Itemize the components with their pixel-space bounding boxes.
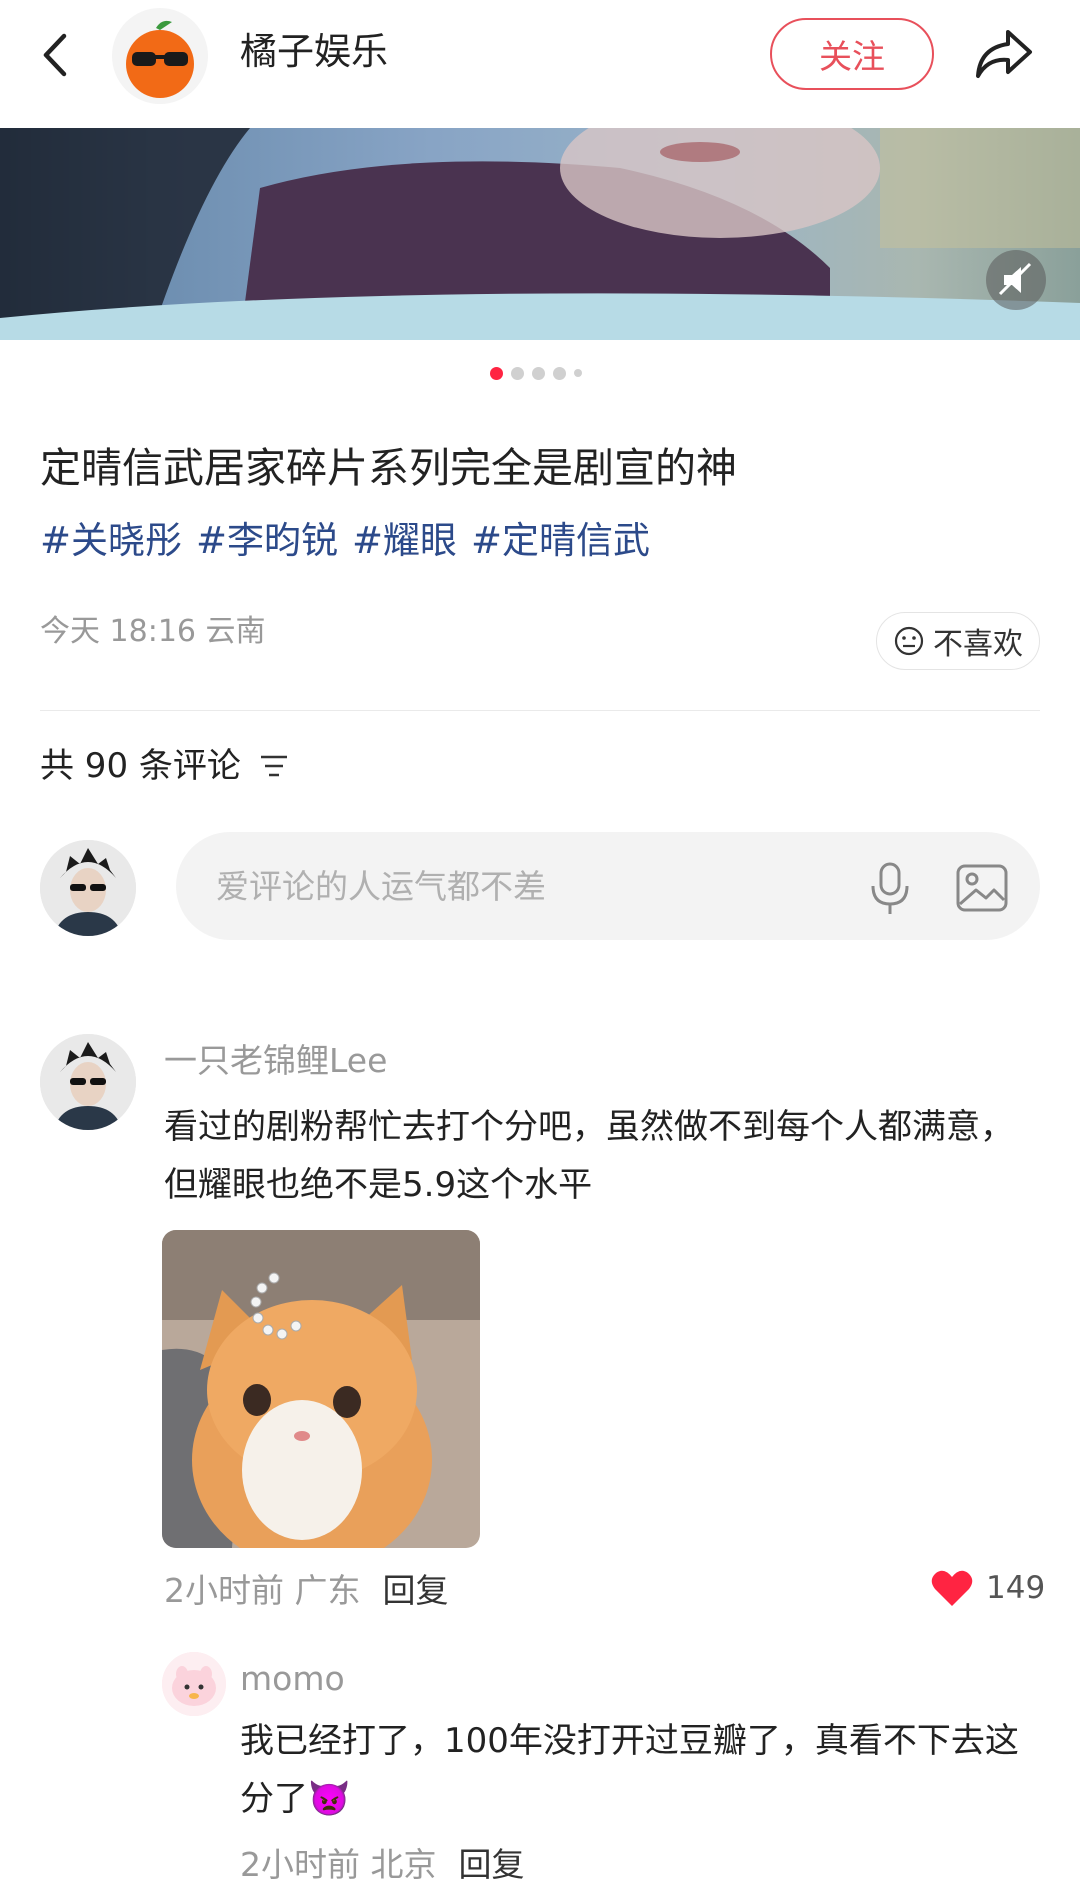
replier-avatar[interactable]	[162, 1652, 226, 1716]
comment-count-row: 共 90 条评论	[40, 744, 289, 788]
hashtag-link[interactable]: #关晓彤	[40, 519, 182, 562]
carousel-indicator	[490, 366, 582, 380]
sort-icon[interactable]	[259, 754, 289, 778]
account-avatar[interactable]	[112, 8, 208, 104]
post-media-image[interactable]	[0, 128, 1080, 340]
carousel-dot	[532, 366, 545, 380]
my-avatar	[40, 840, 136, 936]
commenter-username[interactable]: 一只老锦鲤Lee	[164, 1040, 387, 1082]
like-button[interactable]: 149	[930, 1568, 1045, 1608]
carousel-dot	[511, 366, 524, 380]
dislike-label: 不喜欢	[933, 627, 1023, 662]
reply-text: 我已经打了，100年没打开过豆瓣了，真看不下去这分了👿	[240, 1721, 1019, 1819]
image-upload-icon[interactable]	[954, 862, 1010, 914]
like-count: 149	[986, 1570, 1046, 1606]
hashtag-link[interactable]: #耀眼	[352, 519, 457, 562]
back-icon[interactable]	[36, 30, 76, 80]
comment-image[interactable]	[162, 1230, 480, 1548]
reply-button[interactable]: 回复	[383, 1571, 449, 1610]
meh-face-icon	[894, 626, 924, 656]
divider	[40, 710, 1040, 711]
reply-button[interactable]: 回复	[459, 1845, 525, 1884]
reply-time-location: 2小时前 北京	[240, 1845, 437, 1884]
hashtag-link[interactable]: #李昀锐	[196, 519, 338, 562]
comment-text: 看过的剧粉帮忙去打个分吧，虽然做不到每个人都满意，但耀眼也绝不是5.9这个水平	[164, 1107, 1014, 1205]
mute-icon[interactable]	[986, 250, 1046, 310]
carousel-dot	[574, 369, 582, 377]
account-name[interactable]: 橘子娱乐	[240, 30, 388, 74]
comment-time-location: 2小时前 广东	[164, 1571, 361, 1610]
carousel-dot	[553, 366, 566, 380]
dislike-button[interactable]: 不喜欢	[876, 612, 1040, 670]
post-tags: #关晓彤 #李昀锐 #耀眼 #定晴信武	[40, 516, 664, 566]
share-icon[interactable]	[972, 24, 1036, 84]
hashtag-link[interactable]: #定晴信武	[471, 519, 650, 562]
comment-meta: 2小时前 广东 回复	[164, 1570, 449, 1612]
follow-button[interactable]: 关注	[770, 18, 934, 90]
reply-meta: 2小时前 北京 回复	[240, 1844, 525, 1886]
heart-icon	[931, 1570, 973, 1606]
replier-username[interactable]: momo	[240, 1658, 345, 1700]
post-meta: 今天 18:16 云南	[40, 614, 266, 649]
comment-count: 共 90 条评论	[40, 746, 241, 786]
microphone-icon[interactable]	[866, 860, 914, 916]
commenter-avatar[interactable]	[40, 1034, 136, 1130]
carousel-dot	[490, 366, 503, 380]
comment-input-placeholder[interactable]: 爱评论的人运气都不差	[216, 866, 546, 908]
post-title: 定晴信武居家碎片系列完全是剧宣的神	[40, 444, 737, 492]
